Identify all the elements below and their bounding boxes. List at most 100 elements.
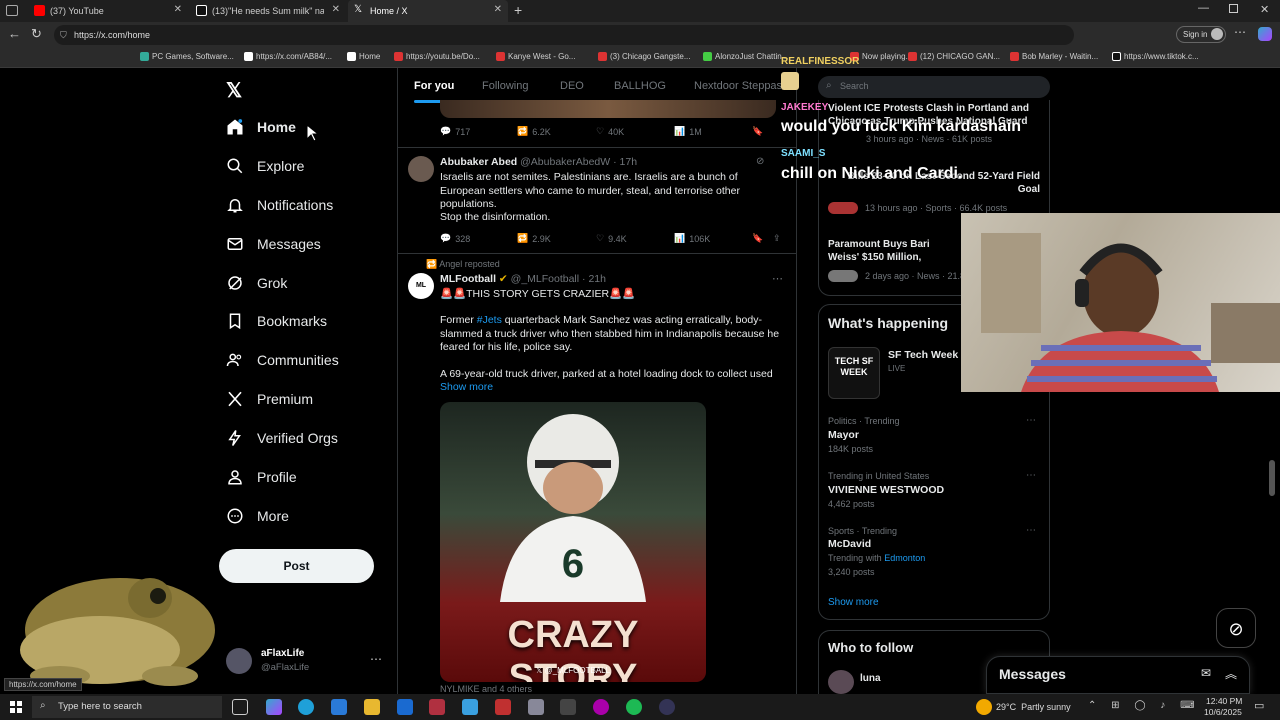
close-window-icon[interactable]: ✕ [1260, 3, 1269, 16]
close-tab-icon[interactable]: ✕ [332, 4, 340, 15]
grok-icon[interactable]: ⊘ [756, 156, 764, 167]
app-icon[interactable] [462, 699, 478, 715]
author-name[interactable]: Abubaker Abed [440, 156, 517, 168]
bookmark-item[interactable]: PC Games, Software... [140, 52, 234, 61]
view-count[interactable]: 📊 106K [674, 233, 710, 244]
site-info-icon[interactable]: ⛉ [60, 25, 67, 45]
spotify-icon[interactable] [626, 699, 642, 715]
bookmark-item[interactable]: Home [347, 52, 380, 61]
app-icon[interactable] [495, 699, 511, 715]
more-dots-icon[interactable]: ⋯ [1026, 470, 1036, 481]
tab-following[interactable]: Following [482, 80, 528, 92]
edge-icon[interactable] [298, 699, 314, 715]
nav-grok[interactable]: Grok [226, 270, 287, 296]
bookmark-item[interactable]: AlonzoJust Chattin... [703, 52, 788, 61]
tab-nextdoor-steppas[interactable]: Nextdoor Steppas [694, 80, 782, 92]
copilot-icon[interactable] [1258, 27, 1272, 41]
bookmark-button[interactable]: 🔖 [752, 233, 763, 244]
avatar[interactable] [828, 670, 854, 694]
repost-count[interactable]: 🔁 2.9K [517, 233, 551, 244]
bookmark-item[interactable]: Bob Marley - Waitin... [1010, 52, 1098, 61]
url-field[interactable]: ⛉ https://x.com/home [54, 25, 1074, 45]
trend-name[interactable]: McDavid [828, 538, 871, 550]
bookmark-item[interactable]: https://x.com/AB84/... [244, 52, 332, 61]
tab-actions-icon[interactable] [6, 5, 18, 16]
nav-messages[interactable]: Messages [226, 231, 321, 257]
show-more-link[interactable]: Show more [440, 381, 493, 393]
refresh-icon[interactable]: ↻ [31, 26, 42, 42]
outlook-icon[interactable] [397, 699, 413, 715]
view-count[interactable]: 📊 1M [674, 126, 702, 137]
trend-related-link[interactable]: Edmonton [884, 553, 925, 563]
more-dots-icon[interactable]: ⋯ [1026, 415, 1036, 426]
chevron-up-icon[interactable]: ︽ [1225, 665, 1237, 682]
clock-date[interactable]: 10/6/2025 [1204, 707, 1242, 717]
store-icon[interactable] [331, 699, 347, 715]
show-more-link[interactable]: Show more [828, 597, 879, 608]
event-title[interactable]: SF Tech Week 2 [888, 349, 962, 361]
hashtag-link[interactable]: #Jets [477, 314, 502, 326]
sign-in-button[interactable]: Sign in [1176, 26, 1226, 43]
like-count[interactable]: ♡ 9.4K [596, 233, 627, 244]
file-explorer-icon[interactable] [364, 699, 380, 715]
windows-start-icon[interactable] [10, 701, 22, 713]
clock-time[interactable]: 12:40 PM [1206, 696, 1242, 706]
grok-floating-button[interactable]: ⊘ [1216, 608, 1256, 648]
bookmark-item[interactable]: (12) CHICAGO GAN... [908, 52, 1000, 61]
app-icon[interactable] [528, 699, 544, 715]
bookmark-item[interactable]: (3) Chicago Gangste... [598, 52, 690, 61]
tab-for-you[interactable]: For you [414, 80, 454, 103]
tab-ballhog[interactable]: BALLHOG [614, 80, 666, 92]
nav-premium[interactable]: Premium [226, 386, 313, 412]
new-tab-icon[interactable]: + [514, 2, 522, 18]
trend-name[interactable]: VIVIENNE WESTWOOD [828, 484, 944, 496]
messages-drawer[interactable]: Messages ✉ ︽ [986, 656, 1250, 694]
more-dots-icon[interactable]: ⋯ [772, 272, 783, 285]
app-icon[interactable] [429, 699, 445, 715]
app-icon[interactable] [560, 699, 576, 715]
account-switcher[interactable]: aFlaxLife @aFlaxLife ⋯ [226, 646, 386, 678]
new-message-icon[interactable]: ✉ [1201, 666, 1211, 680]
avatar[interactable] [408, 156, 434, 182]
follow-name[interactable]: luna [860, 673, 881, 684]
avatar[interactable]: ML [408, 273, 434, 299]
nav-home[interactable]: Home [226, 114, 296, 140]
maximize-icon[interactable] [1229, 4, 1238, 13]
nav-notifications[interactable]: Notifications [226, 192, 333, 218]
like-count[interactable]: ♡ 40K [596, 126, 624, 137]
nav-explore[interactable]: Explore [226, 153, 304, 179]
bookmark-item[interactable]: https://www.tiktok.c... [1112, 52, 1199, 61]
notification-icon[interactable]: ▭ [1254, 699, 1264, 712]
browser-tab-x-home[interactable]: 𝕏 Home / X ✕ [348, 0, 508, 22]
task-view-icon[interactable] [232, 699, 248, 715]
close-tab-icon[interactable]: ✕ [494, 4, 502, 15]
x-logo-icon[interactable]: 𝕏 [226, 78, 242, 103]
search-input[interactable]: ⌕ Search [818, 76, 1050, 98]
tweet-time[interactable]: 17h [620, 156, 638, 168]
repost-count[interactable]: 🔁 6.2K [517, 126, 551, 137]
copilot-icon[interactable] [266, 699, 282, 715]
nav-more[interactable]: More [226, 503, 289, 529]
trend-name[interactable]: Mayor [828, 429, 859, 441]
taskbar-search-input[interactable]: ⌕ Type here to search [32, 696, 222, 718]
nav-communities[interactable]: Communities [226, 347, 339, 373]
bookmark-item[interactable]: Kanye West - Go... [496, 52, 575, 61]
nav-bookmarks[interactable]: Bookmarks [226, 308, 327, 334]
post-button[interactable]: Post [219, 549, 374, 583]
more-dots-icon[interactable]: ⋯ [370, 652, 382, 666]
tweet-image[interactable]: 6 CRAZY STORY 𝕏 @_MLFOOTBALL [440, 402, 706, 682]
minimize-icon[interactable]: — [1198, 2, 1209, 14]
reply-count[interactable]: 💬 717 [440, 126, 470, 137]
more-dots-icon[interactable]: ⋯ [1026, 525, 1036, 536]
app-icon[interactable] [593, 699, 609, 715]
back-icon[interactable]: ← [8, 26, 21, 41]
browser-tab-youtube[interactable]: (37) YouTube ✕ [28, 0, 188, 22]
tab-deo[interactable]: DEO [560, 80, 584, 92]
system-tray-icons[interactable]: ⌃ ⊞ ◯ ♪ ⌨ [1088, 700, 1201, 711]
bookmark-item[interactable]: https://youtu.be/Do... [394, 52, 480, 61]
app-icon[interactable] [659, 699, 675, 715]
browser-tab-tiktok[interactable]: (13)"He needs Sum milk" nahh Fr... ✕ [190, 0, 346, 22]
bookmark-button[interactable]: 🔖 [752, 126, 763, 137]
weather-text[interactable]: 29°C Partly sunny [996, 702, 1071, 712]
nav-profile[interactable]: Profile [226, 464, 297, 490]
